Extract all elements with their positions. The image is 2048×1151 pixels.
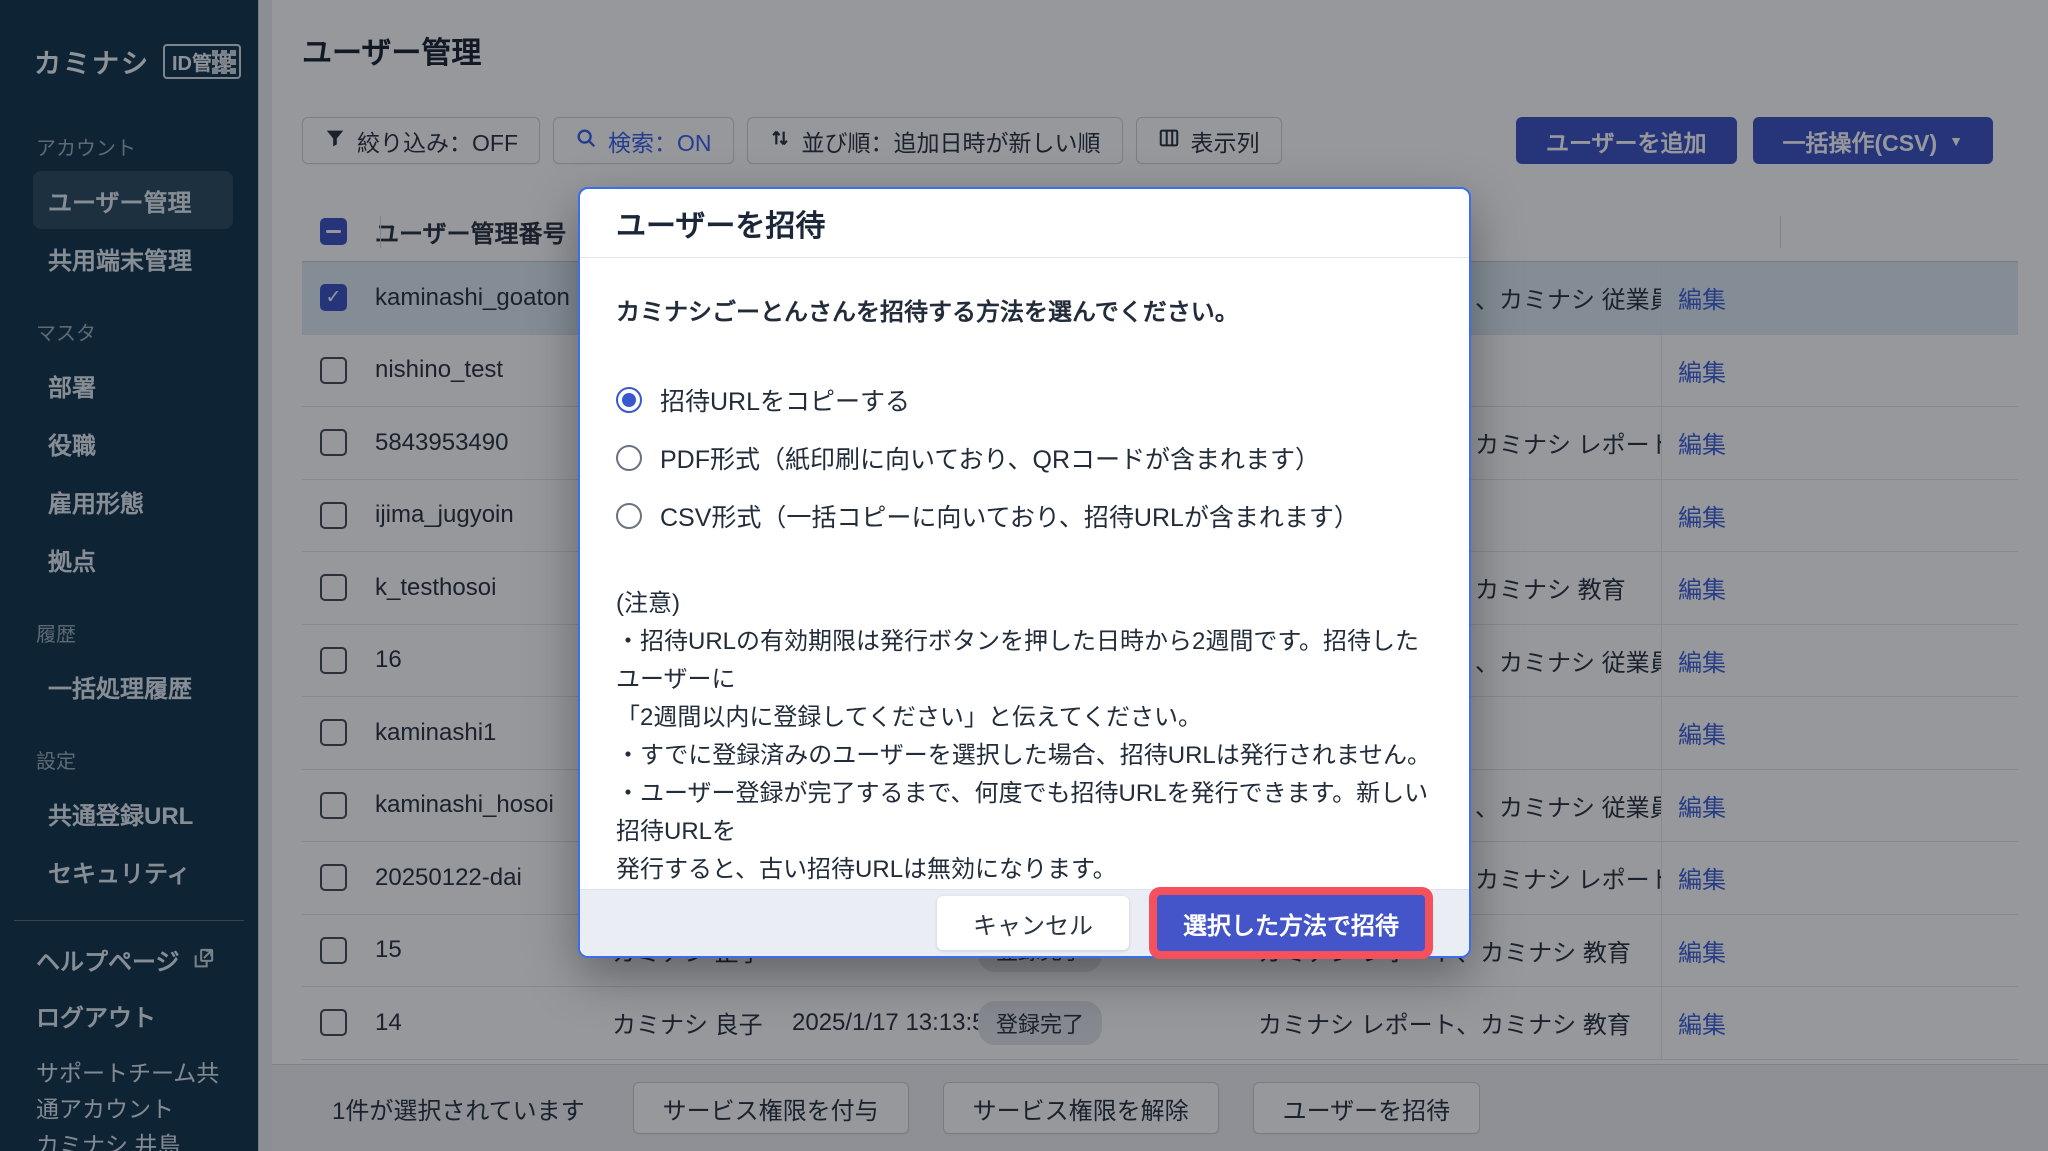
modal-body: カミナシごーとんさんを招待する方法を選んでください。 招待URLをコピーする PD…: [580, 258, 1469, 889]
radio-unselected-icon[interactable]: [616, 445, 642, 471]
invite-confirm-button[interactable]: 選択した方法で招待: [1157, 895, 1425, 951]
note-line: 発行すると、古い招待URLは無効になります。: [616, 851, 1433, 889]
invite-method-radio-group: 招待URLをコピーする PDF形式（紙印刷に向いており、QRコードが含まれます） C…: [616, 371, 1433, 545]
page: カミナシ ID管理 アカウントユーザー管理共用端末管理マスタ部署役職雇用形態拠点…: [0, 0, 2048, 1151]
invite-method-option[interactable]: PDF形式（紙印刷に向いており、QRコードが含まれます）: [616, 429, 1433, 487]
radio-unselected-icon[interactable]: [616, 503, 642, 529]
note-line: ・ユーザー登録が完了するまで、何度でも招待URLを発行できます。新しい招待URL…: [616, 775, 1433, 851]
modal-title: ユーザーを招待: [616, 201, 825, 245]
modal-notes: (注意)・招待URLの有効期限は発行ボタンを押した日時から2週間です。招待したユ…: [616, 585, 1433, 889]
invite-user-modal: ユーザーを招待 カミナシごーとんさんを招待する方法を選んでください。 招待URL…: [578, 187, 1471, 958]
invite-method-label: PDF形式（紙印刷に向いており、QRコードが含まれます）: [660, 440, 1320, 476]
modal-header: ユーザーを招待: [580, 189, 1469, 258]
invite-method-label: 招待URLをコピーする: [660, 382, 910, 418]
invite-method-option[interactable]: 招待URLをコピーする: [616, 371, 1433, 429]
cancel-button[interactable]: キャンセル: [937, 896, 1129, 950]
invite-method-option[interactable]: CSV形式（一括コピーに向いており、招待URLが含まれます）: [616, 487, 1433, 545]
invite-method-label: CSV形式（一括コピーに向いており、招待URLが含まれます）: [660, 498, 1359, 534]
note-line: ・招待URLの有効期限は発行ボタンを押した日時から2週間です。招待したユーザーに: [616, 623, 1433, 699]
note-line: 「2週間以内に登録してください」と伝えてください。: [616, 699, 1433, 737]
note-line: ・すでに登録済みのユーザーを選択した場合、招待URLは発行されません。: [616, 737, 1433, 775]
modal-footer: キャンセル 選択した方法で招待: [580, 889, 1469, 956]
modal-lead-text: カミナシごーとんさんを招待する方法を選んでください。: [616, 292, 1433, 327]
radio-selected-icon[interactable]: [616, 387, 642, 413]
note-line: (注意): [616, 585, 1433, 623]
